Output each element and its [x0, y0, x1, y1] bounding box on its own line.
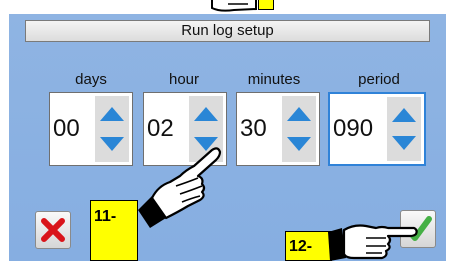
minutes-arrows — [282, 96, 316, 162]
callout-top-fragment — [258, 0, 274, 10]
red-x-icon — [41, 218, 65, 242]
days-spinner[interactable]: 00 — [49, 92, 133, 166]
period-up-arrow-icon[interactable] — [387, 97, 421, 131]
cancel-button[interactable] — [35, 211, 71, 249]
label-hour: hour — [168, 71, 200, 88]
hour-up-arrow-icon[interactable] — [189, 96, 223, 130]
pointing-hand-icon — [138, 147, 222, 228]
minutes-down-arrow-icon[interactable] — [282, 128, 316, 162]
label-period: period — [358, 71, 400, 88]
callout-11: 11- — [90, 200, 138, 261]
days-arrows — [95, 96, 129, 162]
period-down-arrow-icon[interactable] — [387, 127, 421, 161]
minutes-spinner[interactable]: 30 — [236, 92, 320, 166]
minutes-up-arrow-icon[interactable] — [282, 96, 316, 130]
period-value[interactable]: 090 — [330, 94, 373, 164]
pointing-hand-icon — [211, 0, 257, 12]
minutes-value[interactable]: 30 — [237, 93, 267, 165]
label-minutes: minutes — [247, 71, 301, 88]
period-arrows — [387, 97, 421, 161]
label-days: days — [75, 71, 107, 88]
days-value[interactable]: 00 — [50, 93, 80, 165]
callout-12: 12- — [285, 231, 332, 261]
days-down-arrow-icon[interactable] — [95, 128, 129, 162]
dialog-title: Run log setup — [25, 20, 430, 42]
pointing-hand-icon — [328, 224, 418, 261]
period-spinner[interactable]: 090 — [328, 92, 426, 166]
days-up-arrow-icon[interactable] — [95, 96, 129, 130]
